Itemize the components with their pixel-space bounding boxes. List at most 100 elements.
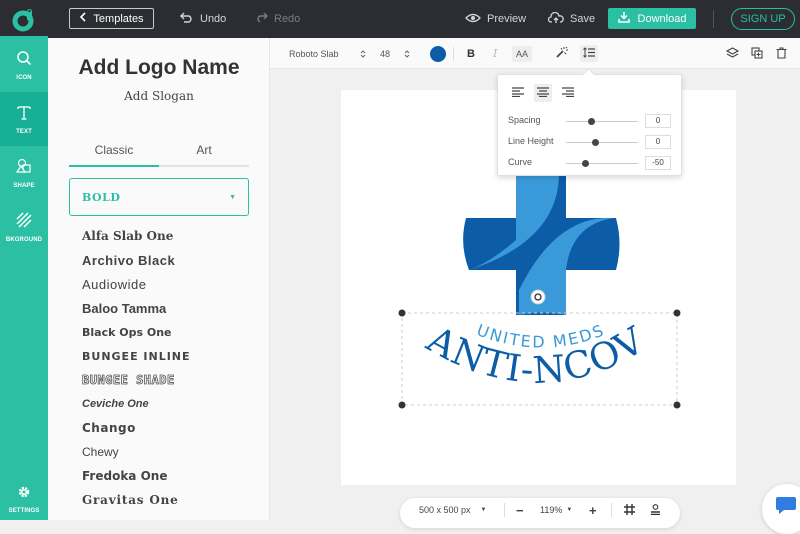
- font-family-stepper-icon[interactable]: [360, 38, 366, 69]
- duplicate-icon: [751, 46, 763, 61]
- font-family-select[interactable]: Roboto Slab: [289, 38, 339, 69]
- resize-handle[interactable]: [673, 401, 681, 409]
- line-height-row: Line Height 0: [508, 135, 673, 150]
- logo-icon: [12, 9, 34, 32]
- brand-text[interactable]: ANTI-NCOV: [419, 317, 652, 392]
- slider-knob[interactable]: [592, 139, 599, 146]
- add-logo-name[interactable]: Add Logo Name: [48, 56, 269, 80]
- font-item[interactable]: Audiowide: [82, 272, 191, 296]
- preview-label: Preview: [487, 13, 527, 25]
- zoom-in-button[interactable]: +: [589, 498, 597, 522]
- font-category-value: BOLD: [82, 190, 121, 204]
- canvas-size-select[interactable]: 500 x 500 px ▼: [419, 498, 487, 522]
- stamp-icon: [650, 503, 661, 517]
- chat-icon: [775, 496, 797, 521]
- align-right-button[interactable]: [559, 84, 577, 102]
- topbar-divider: [713, 10, 714, 28]
- tab-art[interactable]: Art: [159, 143, 249, 165]
- zoom-select[interactable]: 119% ▼: [540, 498, 572, 522]
- spacing-input[interactable]: 0: [645, 114, 671, 128]
- line-height-input[interactable]: 0: [645, 135, 671, 149]
- nav-shape[interactable]: SHAPE: [0, 146, 48, 200]
- nav-icon[interactable]: ICON: [0, 38, 48, 92]
- top-bar: Templates Undo Redo Preview Save Downloa…: [0, 0, 800, 38]
- nav-label: ICON: [16, 74, 32, 81]
- font-item[interactable]: Fredoka One: [82, 464, 191, 488]
- align-center-button[interactable]: [534, 84, 552, 102]
- bold-button[interactable]: B: [467, 38, 475, 69]
- nav-label: BKGROUND: [5, 236, 43, 243]
- save-button[interactable]: Save: [547, 0, 596, 38]
- curve-slider[interactable]: [566, 160, 638, 167]
- shape-icon: [15, 158, 32, 179]
- nav-background[interactable]: BKGROUND: [0, 200, 48, 254]
- case-label: AA: [512, 45, 533, 62]
- zoom-out-button[interactable]: −: [516, 498, 524, 522]
- toolbar-divider: [453, 38, 454, 69]
- spacing-slider[interactable]: [566, 118, 638, 125]
- spacing-label: Spacing: [508, 115, 541, 125]
- line-spacing-icon: [580, 45, 598, 62]
- curve-input[interactable]: -50: [645, 156, 671, 170]
- font-item[interactable]: Chango: [82, 416, 191, 440]
- curve-label: Curve: [508, 157, 533, 167]
- grid-icon: [624, 503, 635, 517]
- font-item[interactable]: Gravitas One: [82, 488, 191, 512]
- font-item[interactable]: BUNGEE INLINE: [82, 344, 191, 368]
- spacing-row: Spacing 0: [508, 114, 673, 129]
- chevron-left-icon: [79, 12, 86, 25]
- slider-knob[interactable]: [582, 160, 589, 167]
- font-item[interactable]: Baloo Tamma: [82, 296, 191, 320]
- effects-button[interactable]: [555, 38, 568, 69]
- save-label: Save: [570, 13, 596, 25]
- text-panel: Add Logo Name Add Slogan Classic Art BOL…: [48, 38, 270, 520]
- grid-button[interactable]: [624, 498, 635, 522]
- resize-handle[interactable]: [673, 309, 681, 317]
- background-icon: [16, 211, 32, 233]
- tab-classic[interactable]: Classic: [69, 143, 159, 167]
- signup-button[interactable]: SIGN UP: [731, 8, 795, 30]
- font-item[interactable]: Chewy: [82, 440, 191, 464]
- nav-label: TEXT: [16, 128, 32, 135]
- download-label: Download: [637, 12, 687, 25]
- font-category-select[interactable]: BOLD ▼: [69, 178, 249, 216]
- app-logo[interactable]: [0, 0, 48, 38]
- spacing-button[interactable]: [580, 38, 598, 69]
- duplicate-button[interactable]: [751, 38, 763, 69]
- case-button[interactable]: AA: [512, 38, 533, 69]
- font-size-input[interactable]: 48: [380, 38, 390, 69]
- canvas-bottom-bar: 500 x 500 px ▼ − 119% ▼ +: [400, 498, 680, 528]
- nav-settings[interactable]: SETTINGS: [0, 472, 48, 526]
- rotate-handle[interactable]: [530, 289, 546, 305]
- delete-button[interactable]: [776, 38, 787, 69]
- font-item[interactable]: Black Ops One: [82, 320, 191, 344]
- chat-button[interactable]: [762, 484, 800, 534]
- resize-handle[interactable]: [398, 309, 406, 317]
- add-slogan[interactable]: Add Slogan: [48, 89, 269, 103]
- nav-label: SETTINGS: [8, 507, 40, 514]
- slider-knob[interactable]: [588, 118, 595, 125]
- layers-icon: [725, 46, 740, 61]
- align-center-icon: [537, 84, 549, 102]
- download-button[interactable]: Download: [608, 8, 696, 29]
- templates-button[interactable]: Templates: [69, 8, 154, 29]
- resize-handle[interactable]: [398, 401, 406, 409]
- undo-icon: [180, 12, 194, 26]
- layers-button[interactable]: [725, 38, 740, 69]
- caret-down-icon: ▼: [480, 507, 487, 513]
- text-color-picker[interactable]: [430, 38, 446, 69]
- preview-button[interactable]: Preview: [465, 0, 526, 38]
- font-item[interactable]: Ceviche One: [82, 392, 191, 416]
- font-item[interactable]: Alfa Slab One: [82, 224, 191, 248]
- font-item[interactable]: BUNGEE SHADE: [82, 368, 191, 392]
- nav-text[interactable]: TEXT: [0, 92, 48, 146]
- font-item[interactable]: Archivo Black: [82, 248, 191, 272]
- stamp-button[interactable]: [650, 498, 661, 522]
- download-icon: [617, 11, 630, 26]
- line-height-slider[interactable]: [566, 139, 638, 146]
- align-left-button[interactable]: [509, 84, 527, 102]
- font-size-stepper-icon[interactable]: [404, 38, 410, 69]
- undo-button[interactable]: Undo: [180, 0, 226, 38]
- redo-button[interactable]: Redo: [254, 0, 300, 38]
- italic-button[interactable]: I: [493, 38, 497, 69]
